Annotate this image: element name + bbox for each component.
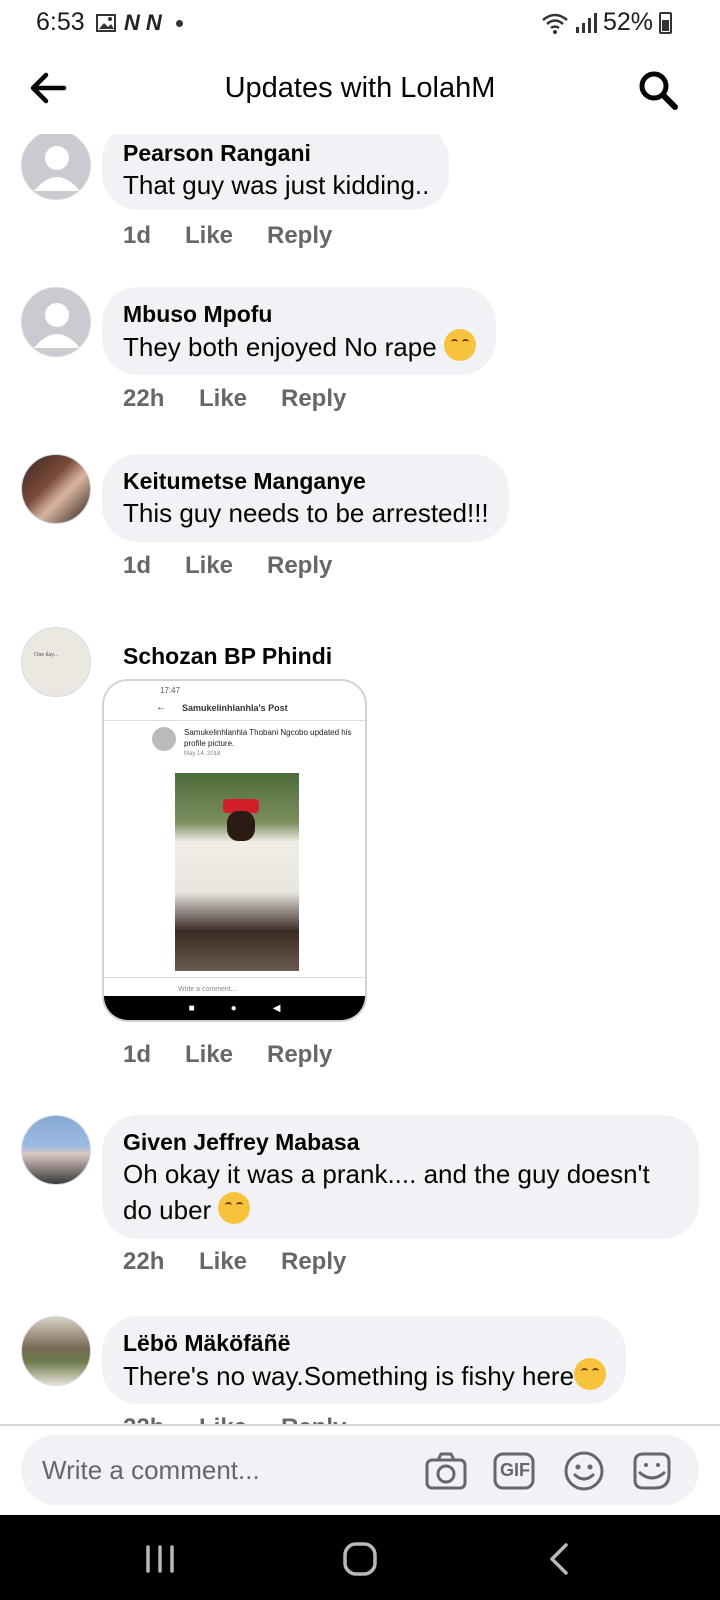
comment-text: That guy was just kidding..: [123, 170, 430, 200]
status-right: 52%: [541, 8, 672, 37]
avatar[interactable]: [21, 454, 91, 524]
like-button[interactable]: Like: [185, 222, 267, 250]
signal-icon: [575, 12, 597, 33]
comment-author[interactable]: Given Jeffrey Mabasa: [123, 1127, 679, 1157]
reply-button[interactable]: Reply: [281, 385, 346, 413]
comment-text: Oh okay it was a prank.... and the guy d…: [123, 1159, 650, 1225]
like-button[interactable]: Like: [185, 1041, 267, 1069]
battery-icon: [659, 11, 672, 34]
system-navigation-bar: [0, 1515, 720, 1600]
comment-time: 22h: [123, 1248, 165, 1275]
comment-author[interactable]: Schozan BP Phindi: [123, 641, 332, 671]
attachment-status-time: 17:47: [160, 686, 181, 695]
like-button[interactable]: Like: [199, 385, 281, 413]
notification-n-icon: N: [124, 10, 140, 35]
like-button[interactable]: Like: [199, 1248, 281, 1276]
comment-image-attachment[interactable]: 17:47 ← Samukelinhlanhla's Post Samukeli…: [102, 679, 367, 1022]
attachment-avatar: [152, 727, 176, 751]
comment-author[interactable]: Mbuso Mpofu: [123, 299, 476, 329]
avatar[interactable]: [21, 134, 91, 200]
attachment-post-text: Samukelinhlanhla Thobani Ngcobo updated …: [184, 728, 352, 748]
comment-text-line: They both enjoyed No rape: [123, 329, 476, 365]
eye-roll-emoji: [218, 1192, 251, 1224]
comment-meta: 1d Like Reply: [123, 222, 332, 250]
comment-time: 1d: [123, 1041, 152, 1068]
comment-time: 22h: [123, 1414, 199, 1424]
avatar[interactable]: [21, 287, 91, 357]
wifi-icon: [542, 13, 568, 34]
more-notifications-dot: [175, 19, 183, 27]
camera-icon[interactable]: [423, 1448, 469, 1494]
comment-meta: 22h Like Reply: [123, 385, 346, 413]
comment-author[interactable]: Pearson Rangani: [123, 138, 429, 168]
comment-time: 22h: [123, 385, 165, 412]
reply-button[interactable]: Reply: [267, 1041, 332, 1069]
comment-composer: GIF: [21, 1435, 699, 1505]
page-title: Updates with LolahM: [224, 72, 496, 104]
comment-bubble[interactable]: Given Jeffrey Mabasa Oh okay it was a pr…: [102, 1115, 699, 1239]
avatar[interactable]: [21, 1316, 91, 1386]
comment-input[interactable]: [42, 1449, 402, 1491]
comment-text-line: Oh okay it was a prank.... and the guy d…: [123, 1157, 679, 1228]
composer-divider: [0, 1424, 720, 1426]
status-notifications: N N: [96, 10, 183, 36]
comment-bubble[interactable]: Pearson Rangani That guy was just kiddin…: [102, 134, 450, 210]
comment-meta: 1d Like Reply: [123, 552, 332, 580]
reply-button[interactable]: Reply: [267, 222, 332, 250]
notification-n-icon: N: [145, 10, 162, 35]
comment-bubble[interactable]: Keitumetse Manganye This guy needs to be…: [102, 454, 509, 542]
hugging-face-emoji: [443, 329, 476, 361]
comment-bubble[interactable]: Mbuso Mpofu They both enjoyed No rape: [102, 287, 496, 375]
comment-bubble[interactable]: Lëbö Mäköfäñë There's no way.Something i…: [102, 1316, 627, 1404]
back-icon[interactable]: [536, 1535, 584, 1583]
attachment-navbar: ■ ● ◀: [104, 996, 365, 1020]
avatar[interactable]: [21, 1115, 91, 1185]
attachment-photo: [175, 773, 299, 971]
attachment-post-date: May 14, 2018: [184, 751, 221, 757]
status-time: 6:53: [36, 8, 85, 36]
comment-text: They both enjoyed No rape: [123, 332, 437, 362]
reply-button[interactable]: Reply: [267, 552, 332, 580]
reply-button[interactable]: Reply: [281, 1414, 346, 1424]
avatar[interactable]: One day...: [21, 627, 91, 697]
header: Updates with LolahM: [0, 46, 720, 134]
default-avatar-icon: [34, 146, 80, 191]
attachment-back-icon: ◀: [272, 1002, 281, 1014]
default-avatar-icon: [34, 303, 80, 348]
attachment-back-icon: ←: [156, 702, 166, 713]
gif-button[interactable]: GIF: [491, 1448, 537, 1494]
sticker-icon[interactable]: [629, 1448, 675, 1494]
attachment-title: Samukelinhlanhla's Post: [182, 703, 288, 713]
gif-label: GIF: [500, 1460, 530, 1480]
recents-icon[interactable]: [136, 1535, 184, 1583]
attachment-home-icon: ●: [230, 1002, 237, 1014]
comment-author[interactable]: Lëbö Mäköfäñë: [123, 1328, 606, 1358]
attachment-header: ← Samukelinhlanhla's Post: [104, 699, 365, 721]
attachment-post: Samukelinhlanhla Thobani Ngcobo updated …: [104, 721, 365, 773]
avatar-text: One day...: [34, 652, 59, 658]
comment-text: This guy needs to be arrested!!!: [123, 498, 489, 528]
battery-percent: 52%: [602, 8, 653, 36]
attachment-recents-icon: ■: [188, 1002, 195, 1014]
status-bar: 6:53 N N 52%: [0, 0, 720, 46]
comment-text: There's no way.Something is fishy here: [123, 1361, 575, 1391]
comment-text-line: There's no way.Something is fishy here: [123, 1358, 607, 1394]
comment-meta: 22h Like Reply: [123, 1248, 346, 1276]
smiley-icon[interactable]: [561, 1448, 607, 1494]
gallery-icon: [96, 14, 116, 32]
home-icon[interactable]: [336, 1535, 384, 1583]
like-button[interactable]: Like: [185, 552, 267, 580]
comment-meta: 1d Like Reply: [123, 1041, 332, 1069]
like-button[interactable]: Like: [199, 1414, 281, 1424]
comment-time: 1d: [123, 552, 152, 579]
reply-button[interactable]: Reply: [281, 1248, 346, 1276]
comment-author[interactable]: Keitumetse Manganye: [123, 466, 489, 496]
eye-roll-emoji: [574, 1358, 607, 1390]
comment-meta: 22h Like Reply: [123, 1414, 346, 1424]
comment-time: 1d: [123, 222, 152, 249]
comments-feed[interactable]: Pearson Rangani That guy was just kiddin…: [0, 134, 720, 1424]
search-icon[interactable]: [636, 68, 680, 112]
